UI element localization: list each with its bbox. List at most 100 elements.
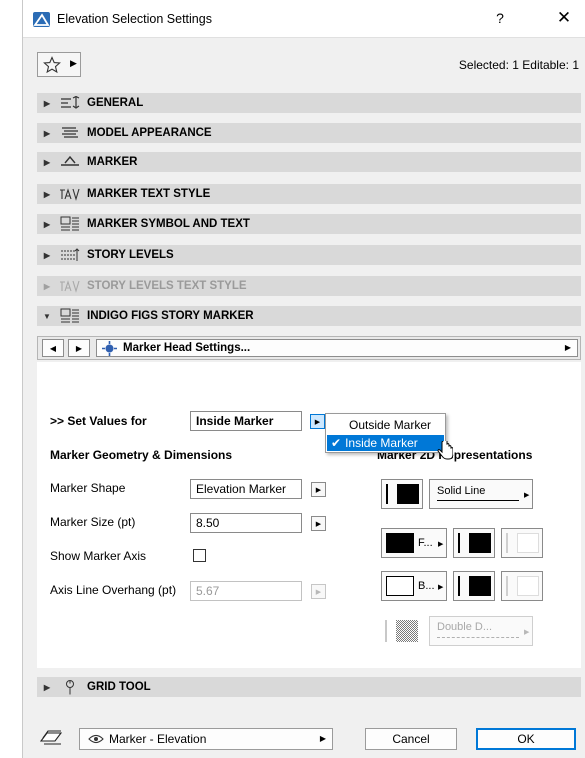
archicad-app-icon bbox=[33, 12, 50, 27]
panel-general-label: GENERAL bbox=[87, 97, 144, 109]
star-icon bbox=[43, 56, 61, 74]
panel-story-levels[interactable]: ▶ STORY LEVELS bbox=[37, 245, 581, 265]
previous-page-button[interactable]: ◀ bbox=[42, 339, 64, 357]
panel-model-appearance-label: MODEL APPEARANCE bbox=[87, 127, 212, 139]
text-style-icon bbox=[57, 278, 83, 294]
fill-type-label: F... bbox=[418, 537, 433, 549]
grid-tool-icon bbox=[57, 679, 83, 695]
view-selector[interactable]: Marker - Elevation ▶ bbox=[79, 728, 333, 750]
marker-shape-menu-button[interactable]: ▶ bbox=[311, 482, 326, 497]
panel-marker-text-style-label: MARKER TEXT STYLE bbox=[87, 188, 211, 200]
fill-pen-swatch bbox=[469, 533, 491, 553]
pen-bar bbox=[506, 576, 508, 596]
panel-indigo-figs-story-marker[interactable]: ▼ INDIGO FIGS STORY MARKER bbox=[37, 306, 581, 326]
triangle-right-icon: ▶ bbox=[319, 734, 326, 743]
next-page-button[interactable]: ▶ bbox=[68, 339, 90, 357]
favorites-button[interactable]: ▶ bbox=[37, 52, 81, 77]
background-pen-swatch bbox=[517, 533, 539, 553]
hand-cursor-icon bbox=[437, 441, 453, 460]
dashed-line-preview bbox=[437, 637, 519, 638]
panel-marker-text-style[interactable]: ▶ MARKER TEXT STYLE bbox=[37, 184, 581, 204]
expand-arrow-icon: ▶ bbox=[43, 189, 51, 199]
text-style-icon bbox=[57, 186, 83, 202]
background-pen-button[interactable] bbox=[453, 571, 495, 601]
panel-marker-symbol-and-text-label: MARKER SYMBOL AND TEXT bbox=[87, 218, 250, 230]
page-selector[interactable]: Marker Head Settings... ▶ bbox=[96, 339, 578, 357]
background-fill-label: B... bbox=[418, 580, 435, 592]
pen-color-swatch bbox=[397, 484, 419, 504]
pen-bar bbox=[458, 576, 460, 596]
panel-grid-tool[interactable]: ▶ GRID TOOL bbox=[37, 677, 581, 697]
expand-arrow-icon: ▶ bbox=[43, 281, 51, 291]
pen-bar bbox=[458, 533, 460, 553]
triangle-right-icon: ▶ bbox=[564, 343, 571, 352]
marker-shape-select[interactable]: Elevation Marker bbox=[190, 479, 302, 499]
close-button[interactable]: ✕ bbox=[553, 8, 575, 28]
panel-indigo-figs-story-marker-label: INDIGO FIGS STORY MARKER bbox=[87, 310, 254, 322]
dropdown-option-outside-marker[interactable]: Outside Marker bbox=[327, 417, 444, 433]
eye-icon bbox=[88, 734, 104, 744]
marker-size-input[interactable]: 8.50 bbox=[190, 513, 302, 533]
dropdown-option-inside-marker-label: Inside Marker bbox=[345, 436, 418, 450]
expand-arrow-icon: ▶ bbox=[43, 250, 51, 260]
panel-marker-symbol-and-text[interactable]: ▶ MARKER SYMBOL AND TEXT bbox=[37, 214, 581, 234]
marker-shape-label: Marker Shape bbox=[50, 481, 126, 495]
show-axis-checkbox[interactable] bbox=[193, 549, 206, 562]
set-values-select[interactable]: Inside Marker bbox=[190, 411, 302, 431]
pen-bar bbox=[386, 484, 388, 504]
fill-pen-button[interactable] bbox=[453, 528, 495, 558]
cancel-button[interactable]: Cancel bbox=[365, 728, 457, 750]
expand-arrow-icon: ▶ bbox=[43, 157, 51, 167]
dropdown-option-inside-marker[interactable]: ✔ Inside Marker bbox=[327, 435, 444, 451]
dialog-window: Elevation Selection Settings ? ✕ ▶ Selec… bbox=[22, 0, 585, 758]
triangle-right-icon: ▶ bbox=[524, 492, 530, 499]
marker-pen-button[interactable] bbox=[381, 479, 423, 509]
axis-overhang-input: 5.67 bbox=[190, 581, 302, 601]
panel-model-appearance[interactable]: ▶ MODEL APPEARANCE bbox=[37, 123, 581, 143]
expand-arrow-icon: ▶ bbox=[43, 98, 51, 108]
solid-line-preview bbox=[437, 500, 519, 501]
set-values-label: >> Set Values for bbox=[50, 414, 147, 428]
pen-bar bbox=[506, 533, 508, 553]
marker-size-label: Marker Size (pt) bbox=[50, 515, 136, 529]
marker-icon bbox=[57, 154, 83, 170]
symbol-text-icon bbox=[57, 216, 83, 232]
layer-stack-icon[interactable] bbox=[39, 728, 63, 746]
show-axis-label: Show Marker Axis bbox=[50, 549, 147, 563]
triangle-right-icon: ▶ bbox=[438, 541, 444, 548]
triangle-right-icon: ▶ bbox=[524, 629, 530, 636]
pen-bar bbox=[385, 620, 387, 642]
window-title: Elevation Selection Settings bbox=[57, 12, 212, 26]
story-levels-icon bbox=[57, 247, 83, 263]
page-navigation: ◀ ▶ Marker Head Settings... ▶ bbox=[37, 336, 581, 360]
panel-general[interactable]: ▶ GENERAL bbox=[37, 93, 581, 113]
panel-marker[interactable]: ▶ MARKER bbox=[37, 152, 581, 172]
marker-head-icon bbox=[102, 340, 117, 356]
expand-arrow-icon: ▶ bbox=[43, 128, 51, 138]
page-selector-label: Marker Head Settings... bbox=[123, 342, 251, 354]
ok-button[interactable]: OK bbox=[476, 728, 576, 750]
model-appearance-icon bbox=[57, 125, 83, 141]
background-fill-button[interactable]: B... ▶ bbox=[381, 571, 447, 601]
fill-swatch bbox=[386, 533, 414, 553]
panel-marker-label: MARKER bbox=[87, 156, 138, 168]
line-type-button[interactable]: Solid Line ▶ bbox=[429, 479, 533, 509]
set-values-menu-button[interactable]: ▶ bbox=[310, 414, 325, 429]
fill-type-button[interactable]: F... ▶ bbox=[381, 528, 447, 558]
expand-arrow-icon: ▶ bbox=[43, 219, 51, 229]
fill-background-pen-button[interactable] bbox=[501, 528, 543, 558]
set-values-dropdown: Outside Marker ✔ Inside Marker bbox=[325, 413, 446, 453]
general-settings-icon bbox=[57, 95, 83, 111]
axis-overhang-label: Axis Line Overhang (pt) bbox=[50, 583, 177, 597]
help-button[interactable]: ? bbox=[490, 10, 510, 26]
view-selector-label: Marker - Elevation bbox=[109, 732, 207, 746]
expand-arrow-icon: ▶ bbox=[43, 682, 51, 692]
axis-pen-button-disabled bbox=[381, 616, 423, 646]
checkmark-icon: ✔ bbox=[331, 436, 342, 450]
white-pen-swatch bbox=[517, 576, 539, 596]
panel-story-levels-text-style: ▶ STORY LEVELS TEXT STYLE bbox=[37, 276, 581, 296]
background-white-pen-button[interactable] bbox=[501, 571, 543, 601]
axis-overhang-menu-button: ▶ bbox=[311, 584, 326, 599]
hatch-pattern-icon bbox=[396, 620, 418, 642]
marker-size-menu-button[interactable]: ▶ bbox=[311, 516, 326, 531]
